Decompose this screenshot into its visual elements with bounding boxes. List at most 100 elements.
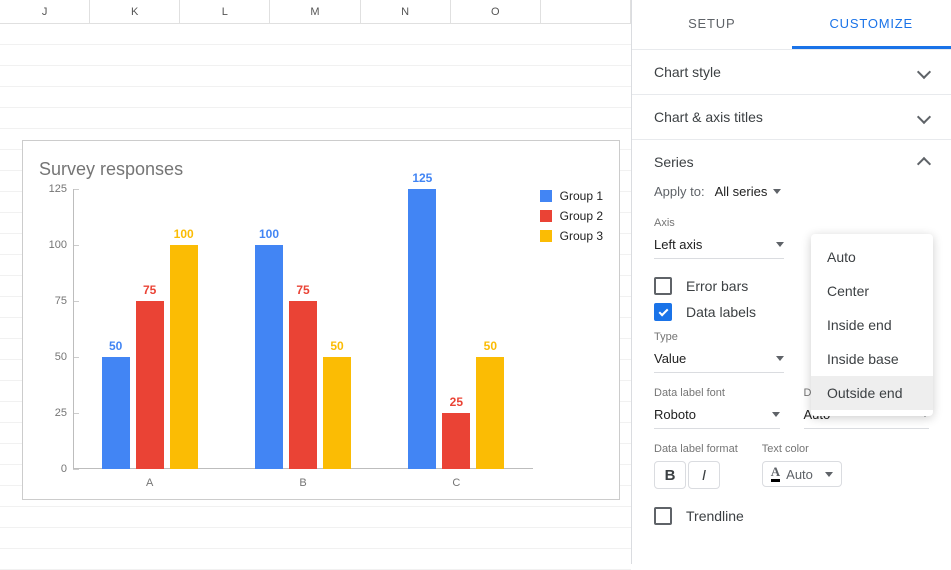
- dropdown-option[interactable]: Auto: [811, 240, 933, 274]
- column-header[interactable]: N: [361, 0, 451, 23]
- bar[interactable]: [289, 301, 317, 469]
- data-label: 100: [174, 227, 194, 241]
- column-header[interactable]: O: [451, 0, 541, 23]
- bar[interactable]: [136, 301, 164, 469]
- data-label: 75: [296, 283, 309, 297]
- dropdown-option[interactable]: Outside end: [811, 376, 933, 410]
- format-label: Data label format: [654, 443, 738, 455]
- section-label: Series: [654, 154, 694, 170]
- trendline-label: Trendline: [686, 508, 744, 524]
- sheet-row[interactable]: [0, 45, 631, 66]
- data-label: 100: [259, 227, 279, 241]
- legend-swatch: [540, 230, 552, 242]
- embedded-chart[interactable]: Survey responses 02550751001255075100A10…: [22, 140, 620, 500]
- chart-editor-panel: SETUP CUSTOMIZE Chart style Chart & axis…: [631, 0, 951, 564]
- panel-tabs: SETUP CUSTOMIZE: [632, 0, 951, 46]
- trendline-checkbox-row[interactable]: Trendline: [654, 507, 929, 525]
- y-tick-label: 125: [35, 183, 67, 195]
- chart-plot-area: 02550751001255075100A1007550B1252550C: [73, 189, 533, 469]
- dropdown-icon: [825, 472, 833, 477]
- axis-label: Axis: [654, 217, 784, 229]
- sheet-row[interactable]: [0, 24, 631, 45]
- legend-item[interactable]: Group 2: [540, 209, 603, 223]
- data-label: 50: [484, 339, 497, 353]
- y-tick: [73, 469, 79, 470]
- sheet-row[interactable]: [0, 108, 631, 129]
- column-header[interactable]: [541, 0, 631, 23]
- checkbox-unchecked-icon[interactable]: [654, 277, 672, 295]
- data-label: 50: [330, 339, 343, 353]
- checkbox-checked-icon[interactable]: [654, 303, 672, 321]
- y-axis: [73, 189, 74, 469]
- bar[interactable]: [323, 357, 351, 469]
- legend-item[interactable]: Group 3: [540, 229, 603, 243]
- legend-item[interactable]: Group 1: [540, 189, 603, 203]
- italic-button[interactable]: I: [688, 461, 720, 489]
- legend-label: Group 2: [560, 209, 603, 223]
- checkbox-unchecked-icon[interactable]: [654, 507, 672, 525]
- column-header[interactable]: L: [180, 0, 270, 23]
- chart-legend: Group 1 Group 2 Group 3: [540, 189, 603, 249]
- legend-swatch: [540, 210, 552, 222]
- section-chart-axis-titles[interactable]: Chart & axis titles: [632, 94, 951, 139]
- chevron-down-icon: [917, 65, 931, 79]
- font-select[interactable]: Roboto: [654, 401, 780, 429]
- chart-title: Survey responses: [39, 159, 183, 180]
- column-header[interactable]: M: [270, 0, 360, 23]
- chevron-up-icon: [917, 157, 931, 171]
- data-labels-label: Data labels: [686, 304, 756, 320]
- column-header[interactable]: K: [90, 0, 180, 23]
- bold-button[interactable]: B: [654, 461, 686, 489]
- data-label: 25: [450, 395, 463, 409]
- data-label: 75: [143, 283, 156, 297]
- bar[interactable]: [170, 245, 198, 469]
- position-dropdown[interactable]: AutoCenterInside endInside baseOutside e…: [811, 234, 933, 416]
- legend-label: Group 3: [560, 229, 603, 243]
- y-tick-label: 75: [35, 295, 67, 307]
- tab-customize[interactable]: CUSTOMIZE: [792, 0, 951, 46]
- data-label: 125: [412, 171, 432, 185]
- dropdown-option[interactable]: Inside base: [811, 342, 933, 376]
- chevron-down-icon: [917, 110, 931, 124]
- section-label: Chart & axis titles: [654, 109, 763, 125]
- y-tick-label: 100: [35, 239, 67, 251]
- legend-swatch: [540, 190, 552, 202]
- x-category-label: C: [452, 477, 460, 489]
- dropdown-option[interactable]: Inside end: [811, 308, 933, 342]
- spreadsheet-canvas[interactable]: JKLMNO Survey responses 0255075100125507…: [0, 0, 631, 564]
- text-color-icon: A: [771, 466, 780, 482]
- legend-label: Group 1: [560, 189, 603, 203]
- font-label: Data label font: [654, 387, 780, 399]
- dropdown-icon: [772, 412, 780, 417]
- sheet-row[interactable]: [0, 66, 631, 87]
- text-color-select[interactable]: A Auto: [762, 461, 842, 487]
- axis-select[interactable]: Left axis: [654, 231, 784, 259]
- column-header[interactable]: J: [0, 0, 90, 23]
- text-color-label: Text color: [762, 443, 842, 455]
- sheet-row[interactable]: [0, 87, 631, 108]
- x-category-label: B: [299, 477, 306, 489]
- apply-to-select[interactable]: All series: [715, 184, 782, 199]
- section-label: Chart style: [654, 64, 721, 80]
- dropdown-icon: [773, 189, 781, 194]
- dropdown-icon: [776, 242, 784, 247]
- type-label: Type: [654, 331, 784, 343]
- error-bars-label: Error bars: [686, 278, 748, 294]
- bar[interactable]: [408, 189, 436, 469]
- tab-setup[interactable]: SETUP: [632, 0, 792, 46]
- sheet-row[interactable]: [0, 507, 631, 528]
- sheet-row[interactable]: [0, 528, 631, 549]
- section-chart-style[interactable]: Chart style: [632, 49, 951, 94]
- dropdown-icon: [776, 356, 784, 361]
- bar[interactable]: [102, 357, 130, 469]
- dropdown-option[interactable]: Center: [811, 274, 933, 308]
- bar[interactable]: [442, 413, 470, 469]
- type-select[interactable]: Value: [654, 345, 784, 373]
- apply-to-row: Apply to: All series: [654, 184, 929, 199]
- sheet-row[interactable]: [0, 549, 631, 570]
- data-label: 50: [109, 339, 122, 353]
- bar[interactable]: [255, 245, 283, 469]
- section-series[interactable]: Series: [632, 139, 951, 184]
- bar[interactable]: [476, 357, 504, 469]
- y-tick-label: 25: [35, 407, 67, 419]
